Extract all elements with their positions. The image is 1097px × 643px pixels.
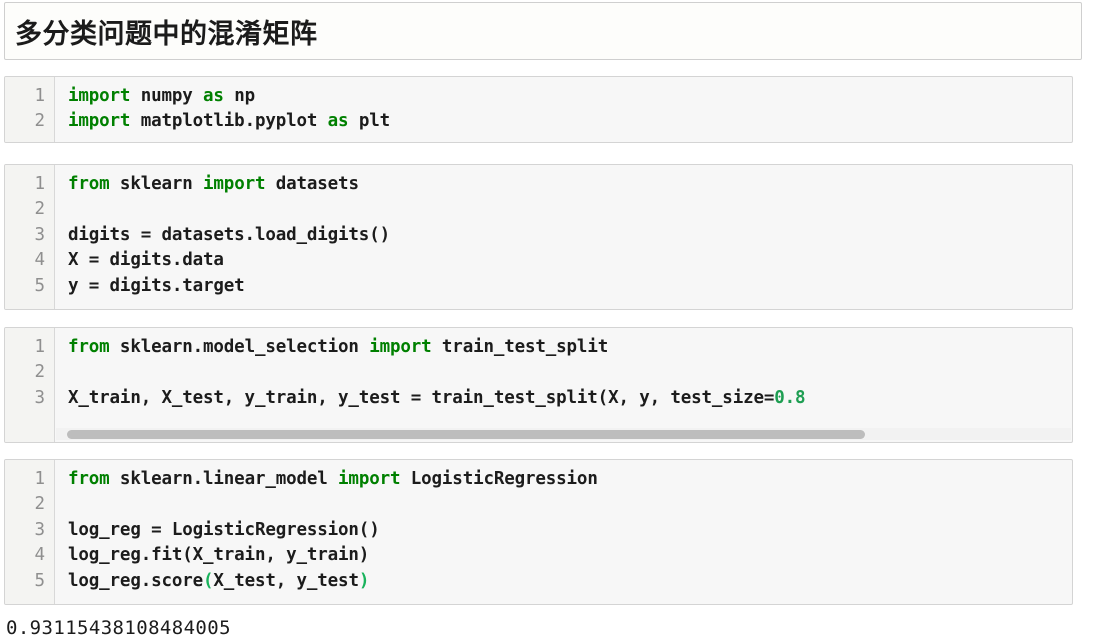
code-line: log_reg = LogisticRegression() (56, 518, 1072, 543)
code-editor-area[interactable]: import numpy as np import matplotlib.pypl… (56, 77, 1072, 142)
line-number: 3 (34, 519, 45, 540)
line-number: 1 (34, 469, 45, 489)
line-number: 3 (34, 224, 45, 245)
code-editor-area[interactable]: from sklearn.linear_model import Logisti… (56, 460, 1072, 604)
code-text: digits = datasets.load_digits() (68, 224, 390, 245)
line-number: 2 (34, 362, 45, 383)
cell-output-value: 0.93115438108484005 (6, 617, 231, 639)
code-line: X = digits.data (56, 248, 1072, 273)
code-text: log_reg.score (68, 570, 204, 591)
code-text: sklearn (109, 174, 204, 194)
code-line: from sklearn.linear_model import Logisti… (56, 467, 1072, 492)
line-number: 5 (34, 570, 45, 591)
code-line: X_train, X_test, y_train, y_test = train… (56, 386, 1072, 411)
code-line: from sklearn import datasets (56, 172, 1072, 197)
line-number: 1 (34, 337, 45, 357)
line-number: 4 (34, 250, 45, 271)
code-text: LogisticRegression (400, 469, 598, 489)
line-number: 2 (34, 494, 45, 515)
line-number-gutter: 12 (5, 77, 55, 142)
code-line: y = digits.target (56, 274, 1072, 299)
code-keyword: from (68, 469, 110, 489)
line-number: 1 (34, 174, 45, 194)
code-cell[interactable]: 1 2 3 4 5 from sklearn.linear_model import Lo… (4, 459, 1073, 605)
code-keyword: import (338, 469, 401, 489)
code-cell[interactable]: 1 2 3 from sklearn.model_selection import t… (4, 327, 1073, 443)
code-text: plt (348, 111, 390, 132)
code-cell[interactable]: 1 2 import numpy as np import matplotlib.py… (4, 76, 1073, 143)
code-keyword: import (203, 174, 266, 194)
horizontal-scrollbar-track[interactable] (56, 428, 1071, 440)
line-number: 3 (34, 387, 45, 408)
code-text: X_test, y_test (213, 570, 359, 591)
code-keyword: import (68, 111, 131, 132)
code-keyword: import (68, 86, 131, 106)
line-number: 2 (34, 199, 45, 220)
line-number: 2 (34, 111, 45, 132)
line-number: 1 (34, 86, 45, 106)
code-text: X = digits.data (68, 250, 224, 271)
code-keyword: as (203, 86, 224, 106)
notebook-page: 多分类问题中的混淆矩阵 1 2 import numpy as np import m… (0, 0, 1097, 643)
code-text: y = digits.target (68, 275, 245, 296)
code-line: from sklearn.model_selection import trai… (56, 335, 1072, 360)
code-text: sklearn.linear_model (109, 469, 339, 489)
code-line: log_reg.fit(X_train, y_train) (56, 543, 1072, 568)
line-number-gutter: 1 2 3 (5, 328, 55, 442)
code-editor-area[interactable]: from sklearn.model_selection import trai… (56, 328, 1072, 442)
code-keyword: as (327, 111, 349, 132)
code-text: X_train, X_test, y_train, y_test = train… (68, 387, 775, 408)
code-number: 0.8 (774, 387, 806, 408)
code-line: import numpy as np (56, 84, 1072, 109)
code-line: digits = datasets.load_digits() (56, 223, 1072, 248)
code-text: log_reg.fit(X_train, y_train) (68, 545, 370, 566)
code-text: datasets (265, 174, 359, 194)
code-cell[interactable]: 1 2 3 4 5 from sklearn import datasets digits … (4, 164, 1073, 310)
code-editor-area[interactable]: from sklearn import datasets digits = dat… (56, 165, 1072, 309)
markdown-title-cell[interactable]: 多分类问题中的混淆矩阵 (4, 2, 1082, 60)
code-keyword: from (68, 174, 110, 194)
code-keyword: from (68, 337, 110, 357)
code-text: np (223, 86, 255, 106)
line-number: 5 (34, 275, 45, 296)
code-text: numpy (130, 86, 204, 106)
code-paren: ) (358, 570, 370, 591)
code-line: import matplotlib.pyplot as plt (56, 109, 1072, 134)
line-number-gutter: 1 2 3 4 5 (5, 460, 55, 604)
code-text: sklearn.model_selection (109, 337, 370, 357)
code-text: train_test_split (431, 337, 609, 357)
code-text: log_reg = LogisticRegression() (68, 519, 380, 540)
page-title: 多分类问题中的混淆矩阵 (15, 19, 318, 50)
code-keyword: import (369, 337, 432, 357)
line-number: 4 (34, 545, 45, 566)
code-text: matplotlib.pyplot (130, 111, 328, 132)
horizontal-scrollbar-thumb[interactable] (67, 430, 865, 439)
line-number-gutter: 1 2 3 4 5 (5, 165, 55, 309)
code-paren: ( (203, 570, 214, 591)
code-line: log_reg.score(X_test, y_test) (56, 569, 1072, 594)
